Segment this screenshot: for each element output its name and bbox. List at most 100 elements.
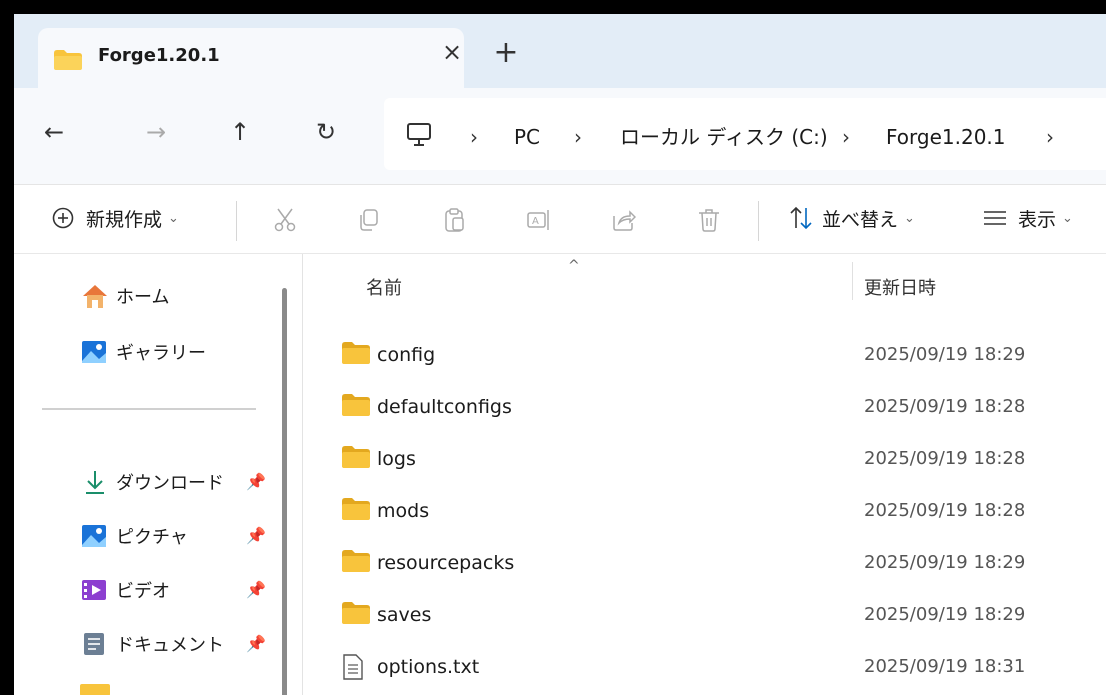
column-header-name[interactable]: 名前 [366, 274, 402, 300]
tab-forge[interactable]: Forge1.20.1 × [38, 28, 464, 88]
paste-icon[interactable] [442, 207, 468, 233]
column-header-modified[interactable]: 更新日時 [864, 274, 936, 300]
view-list-icon [984, 211, 1006, 225]
file-name: defaultconfigs [377, 396, 512, 418]
sidebar-item-label: ドキュメント [116, 635, 224, 656]
sidebar-item-downloads[interactable]: ダウンロード [80, 464, 224, 500]
tab-title: Forge1.20.1 [98, 45, 220, 66]
folder-icon [54, 50, 82, 70]
command-separator [758, 201, 759, 241]
refresh-button[interactable]: ↻ [308, 114, 344, 150]
chevron-down-icon: ⌄ [904, 210, 915, 226]
rename-icon[interactable]: A [526, 207, 552, 233]
download-icon [86, 471, 104, 494]
file-name: logs [377, 448, 416, 470]
sidebar-scrollbar[interactable] [282, 288, 287, 695]
sort-button[interactable]: 並べ替え ⌄ [788, 203, 915, 233]
navigation-bar: ← → ↑ ↻ › PC › ローカル ディスク (C:) › Forge1.2… [14, 88, 1106, 185]
chevron-down-icon: ⌄ [1062, 210, 1073, 226]
sidebar-item-label: ギャラリー [116, 343, 206, 364]
sort-arrows-icon [790, 206, 812, 230]
file-row[interactable]: logs 2025/09/19 18:28 [304, 434, 1106, 480]
breadcrumb-separator: › [470, 125, 478, 149]
folder-icon [342, 550, 370, 572]
svg-text:A: A [532, 216, 539, 227]
delete-icon[interactable] [696, 207, 722, 233]
folder-icon [342, 446, 370, 468]
file-modified-date: 2025/09/19 18:29 [864, 552, 1026, 573]
share-icon[interactable] [610, 207, 636, 233]
file-name: options.txt [377, 656, 480, 678]
file-row[interactable]: defaultconfigs 2025/09/19 18:28 [304, 382, 1106, 428]
breadcrumb-separator: › [842, 125, 850, 149]
copy-icon[interactable] [356, 207, 382, 233]
view-button-label: 表示 [1018, 208, 1057, 231]
file-modified-date: 2025/09/19 18:28 [864, 500, 1026, 521]
file-modified-date: 2025/09/19 18:28 [864, 396, 1026, 417]
new-button[interactable]: 新規作成 ⌄ [52, 203, 179, 233]
address-bar[interactable]: › PC › ローカル ディスク (C:) › Forge1.20.1 › [384, 98, 1106, 170]
title-bar: Forge1.20.1 × + [14, 14, 1106, 88]
file-list: ^ 名前 更新日時 config 2025/09/19 18:29 defaultc… [304, 254, 1106, 695]
home-icon [83, 285, 107, 308]
file-row[interactable]: resourcepacks 2025/09/19 18:29 [304, 538, 1106, 584]
breadcrumb-separator: › [574, 125, 582, 149]
command-separator [236, 201, 237, 241]
folder-icon [342, 342, 370, 364]
file-row[interactable]: config 2025/09/19 18:29 [304, 330, 1106, 376]
cut-icon[interactable] [272, 207, 298, 233]
file-row[interactable]: options.txt 2025/09/19 18:31 [304, 642, 1106, 688]
text-file-icon [343, 654, 363, 680]
breadcrumb-pc[interactable]: PC [514, 124, 540, 150]
sidebar-item-label: ピクチャ [116, 527, 188, 548]
new-tab-button[interactable]: + [492, 38, 520, 68]
file-name: saves [377, 604, 432, 626]
pin-icon[interactable]: 📌 [246, 526, 266, 545]
sidebar-item-label: ビデオ [116, 581, 170, 602]
view-button[interactable]: 表示 ⌄ [982, 203, 1073, 233]
breadcrumb-forge[interactable]: Forge1.20.1 [886, 124, 1006, 150]
pin-icon[interactable]: 📌 [246, 472, 266, 491]
breadcrumb-separator: › [1046, 125, 1054, 149]
documents-icon [84, 633, 104, 655]
sidebar-item-videos[interactable]: ビデオ [80, 572, 170, 608]
computer-icon [407, 123, 431, 146]
pin-icon[interactable]: 📌 [246, 580, 266, 599]
up-button[interactable]: ↑ [222, 114, 258, 150]
chevron-down-icon: ⌄ [168, 210, 179, 226]
file-row[interactable]: mods 2025/09/19 18:28 [304, 486, 1106, 532]
close-tab-icon[interactable]: × [440, 40, 464, 64]
file-modified-date: 2025/09/19 18:31 [864, 656, 1026, 677]
sidebar-item-label: ダウンロード [116, 473, 224, 494]
column-divider[interactable] [852, 262, 853, 300]
file-modified-date: 2025/09/19 18:28 [864, 448, 1026, 469]
pin-icon[interactable]: 📌 [246, 634, 266, 653]
sidebar-divider [42, 408, 256, 410]
file-name: resourcepacks [377, 552, 515, 574]
back-button[interactable]: ← [36, 114, 72, 150]
forward-button[interactable]: → [138, 114, 174, 150]
file-row[interactable]: saves 2025/09/19 18:29 [304, 590, 1106, 636]
sidebar-item-home[interactable]: ホーム [80, 278, 169, 314]
gallery-icon [82, 341, 106, 363]
sort-button-label: 並べ替え [822, 208, 899, 231]
navigation-pane: ホーム ギャラリー ダウンロード 📌 ピクチャ 📌 ビデオ 📌 ドキュメント 📌 [14, 254, 303, 695]
folder-icon [342, 602, 370, 624]
sidebar-item-label: ホーム [116, 287, 170, 308]
command-bar: 新規作成 ⌄ A 並べ替え ⌄ 表示 ⌄ [14, 185, 1106, 254]
sidebar-item-pictures[interactable]: ピクチャ [80, 518, 188, 554]
file-explorer-window: Forge1.20.1 × + ← → ↑ ↻ › PC › ローカル ディスク… [14, 14, 1106, 695]
file-name: mods [377, 500, 430, 522]
file-name: config [377, 344, 436, 366]
sidebar-item-gallery[interactable]: ギャラリー [80, 334, 206, 370]
file-modified-date: 2025/09/19 18:29 [864, 344, 1026, 365]
folder-icon [342, 394, 370, 416]
sort-caret-icon: ^ [568, 258, 580, 274]
plus-circle-icon [52, 207, 74, 229]
pictures-icon [82, 525, 106, 547]
folder-icon [80, 684, 110, 695]
videos-icon [82, 580, 106, 600]
file-modified-date: 2025/09/19 18:29 [864, 604, 1026, 625]
sidebar-item-documents[interactable]: ドキュメント [80, 626, 224, 662]
breadcrumb-local-disk[interactable]: ローカル ディスク (C:) [620, 124, 828, 150]
